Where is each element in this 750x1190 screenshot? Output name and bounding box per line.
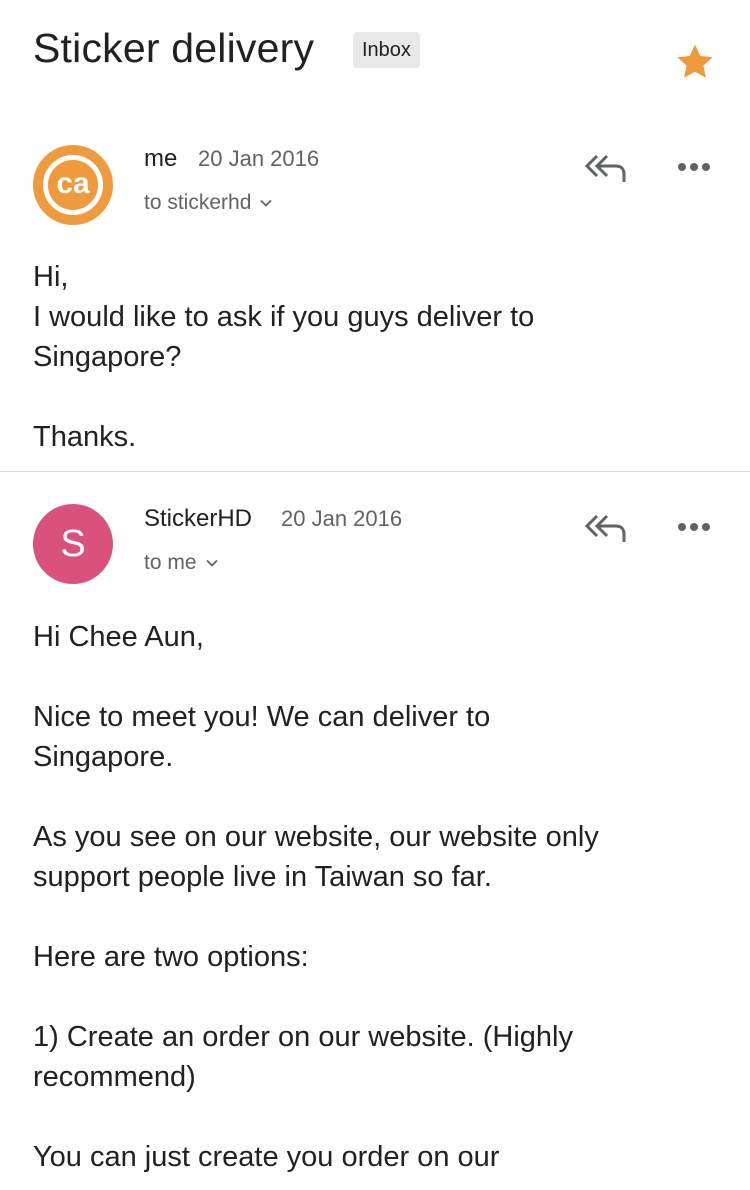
- body-line: Singapore.: [33, 741, 174, 773]
- message-body: Hi Chee Aun, Nice to meet you! We can de…: [33, 617, 720, 1177]
- recipient-text: to stickerhd: [144, 191, 252, 214]
- body-line: Singapore?: [33, 341, 182, 373]
- body-line: support people live in Taiwan so far.: [33, 861, 492, 893]
- body-line: [33, 777, 720, 817]
- message-item: ca me 20 Jan 2016 to stickerhd Hi, I wou…: [0, 120, 750, 472]
- body-line: [33, 897, 720, 937]
- body-line: [33, 1097, 720, 1137]
- body-line: 1) Create an order on our website. (High…: [33, 1021, 573, 1053]
- inbox-label-chip[interactable]: Inbox: [353, 32, 420, 68]
- thread-header: Sticker delivery Inbox: [33, 24, 720, 84]
- recipient-toggle[interactable]: to stickerhd: [144, 191, 273, 215]
- body-line: Thanks.: [33, 421, 137, 453]
- recipient-toggle[interactable]: to me: [144, 551, 219, 575]
- body-line: Hi Chee Aun,: [33, 621, 204, 653]
- more-options-icon[interactable]: [676, 521, 712, 533]
- body-line: [33, 657, 720, 697]
- more-options-icon[interactable]: [676, 161, 712, 173]
- sender-name: me: [144, 145, 178, 172]
- body-line: Hi,: [33, 261, 69, 293]
- message-body: Hi, I would like to ask if you guys deli…: [33, 257, 720, 457]
- body-line: Here are two options:: [33, 941, 309, 973]
- message-date: 20 Jan 2016: [198, 146, 320, 171]
- avatar[interactable]: ca: [33, 145, 113, 225]
- avatar-initials: ca: [56, 167, 90, 200]
- body-line: [33, 377, 720, 417]
- reply-all-icon[interactable]: [583, 151, 629, 185]
- body-line: As you see on our website, our website o…: [33, 821, 599, 853]
- avatar[interactable]: S: [33, 504, 113, 584]
- chevron-down-icon: [260, 199, 273, 207]
- reply-all-icon[interactable]: [583, 511, 629, 545]
- avatar-initials: S: [60, 523, 86, 565]
- body-line: You can just create you order on our: [33, 1141, 500, 1173]
- message-item: S StickerHD 20 Jan 2016 to me Hi Chee Au…: [0, 472, 750, 1190]
- chevron-down-icon: [205, 559, 218, 567]
- sender-name: StickerHD: [144, 505, 253, 532]
- recipient-text: to me: [144, 551, 197, 574]
- body-line: recommend): [33, 1061, 196, 1093]
- body-line: Nice to meet you! We can deliver to: [33, 701, 491, 733]
- avatar-ring: ca: [43, 155, 103, 215]
- thread-subject: Sticker delivery: [33, 25, 315, 71]
- star-icon[interactable]: [673, 40, 717, 84]
- body-line: I would like to ask if you guys deliver …: [33, 301, 535, 333]
- message-date: 20 Jan 2016: [281, 506, 403, 531]
- body-line: [33, 977, 720, 1017]
